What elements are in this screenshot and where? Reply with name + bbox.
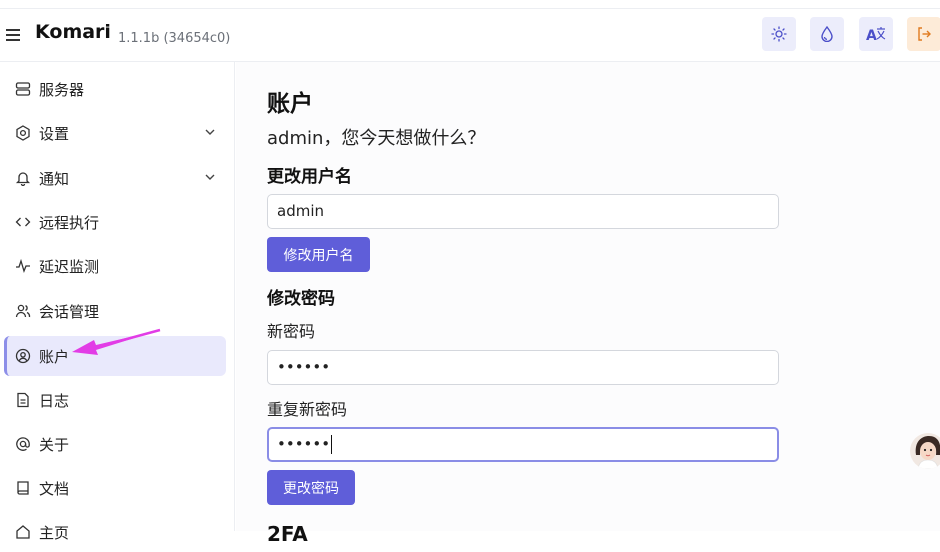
chevron-down-icon — [205, 174, 215, 180]
new-password-value: •••••• — [277, 358, 331, 376]
sidebar-item-label: 通知 — [39, 169, 70, 188]
new-password-input[interactable]: •••••• — [267, 350, 779, 385]
at-icon — [15, 436, 31, 452]
username-input-value: admin — [277, 202, 324, 220]
sidebar-item-label: 服务器 — [39, 80, 85, 99]
sidebar-item-label: 延迟监测 — [39, 257, 100, 276]
sidebar-item-notifications[interactable]: 通知 — [4, 158, 226, 198]
change-username-button[interactable]: 修改用户名 — [267, 237, 370, 272]
text-caret — [331, 435, 333, 454]
new-password-label: 新密码 — [267, 322, 316, 341]
sidebar-item-label: 账户 — [39, 347, 70, 366]
server-icon — [15, 81, 31, 97]
logout-button[interactable] — [907, 17, 940, 51]
user-circle-icon — [15, 348, 31, 364]
settings-icon — [15, 125, 31, 141]
sidebar-item-sessions[interactable]: 会话管理 — [4, 291, 226, 331]
sidebar-item-logs[interactable]: 日志 — [4, 380, 226, 420]
chevron-down-icon — [205, 129, 215, 135]
page-title: 账户 — [267, 91, 313, 117]
main-content: 账户 admin，您今天想做什么？ 更改用户名 admin 修改用户名 修改密码… — [236, 62, 940, 546]
change-password-button[interactable]: 更改密码 — [267, 470, 355, 505]
sidebar-item-home[interactable]: 主页 — [4, 512, 226, 552]
password-section-heading: 修改密码 — [267, 289, 335, 309]
repeat-password-value: •••••• — [277, 435, 331, 453]
droplet-icon — [821, 26, 833, 42]
sidebar-item-servers[interactable]: 服务器 — [4, 69, 226, 109]
assistant-avatar[interactable] — [910, 433, 940, 469]
sidebar-item-label: 设置 — [39, 124, 70, 143]
bell-icon — [15, 170, 31, 186]
avatar-icon — [915, 436, 940, 469]
logout-icon — [918, 27, 931, 41]
theme-toggle-button[interactable] — [762, 17, 796, 51]
twofa-section-heading: 2FA — [267, 522, 308, 546]
home-icon — [15, 524, 31, 540]
top-bar: Komari 1.1.1b (34654c0) A — [0, 8, 940, 62]
app-name: Komari — [35, 21, 111, 43]
greeting-text: admin，您今天想做什么？ — [267, 128, 486, 149]
language-button[interactable]: A — [859, 17, 893, 51]
sidebar-item-settings[interactable]: 设置 — [4, 113, 226, 153]
app-version: 1.1.1b (34654c0) — [118, 31, 231, 46]
username-section-heading: 更改用户名 — [267, 167, 352, 187]
translate-icon: A — [866, 27, 886, 43]
color-button[interactable] — [810, 17, 844, 51]
sidebar-item-about[interactable]: 关于 — [4, 424, 226, 464]
menu-icon[interactable] — [6, 26, 20, 44]
sidebar-item-label: 日志 — [39, 391, 70, 410]
repeat-password-input[interactable]: •••••• — [267, 427, 779, 462]
sidebar-item-label: 关于 — [39, 435, 70, 454]
sun-icon — [771, 26, 787, 42]
sidebar-item-label: 会话管理 — [39, 302, 100, 321]
sidebar-item-label: 文档 — [39, 479, 70, 498]
sidebar-item-latency[interactable]: 延迟监测 — [4, 246, 226, 286]
activity-icon — [15, 258, 31, 274]
sidebar-item-label: 主页 — [39, 523, 70, 542]
username-input[interactable]: admin — [267, 194, 779, 229]
users-icon — [15, 303, 31, 319]
sidebar-item-remote-exec[interactable]: 远程执行 — [4, 202, 226, 242]
book-icon — [15, 480, 31, 496]
svg-text:A: A — [866, 28, 877, 43]
sidebar-item-label: 远程执行 — [39, 213, 100, 232]
sidebar-item-account[interactable]: 账户 — [4, 336, 226, 376]
repeat-password-label: 重复新密码 — [267, 400, 348, 419]
code-icon — [15, 214, 31, 230]
file-icon — [15, 392, 31, 408]
sidebar-item-docs[interactable]: 文档 — [4, 468, 226, 508]
sidebar: 服务器 设置 通知 远程执行 延迟监测 会话管理 账户 日志 关于 文档 主页 — [0, 62, 235, 542]
